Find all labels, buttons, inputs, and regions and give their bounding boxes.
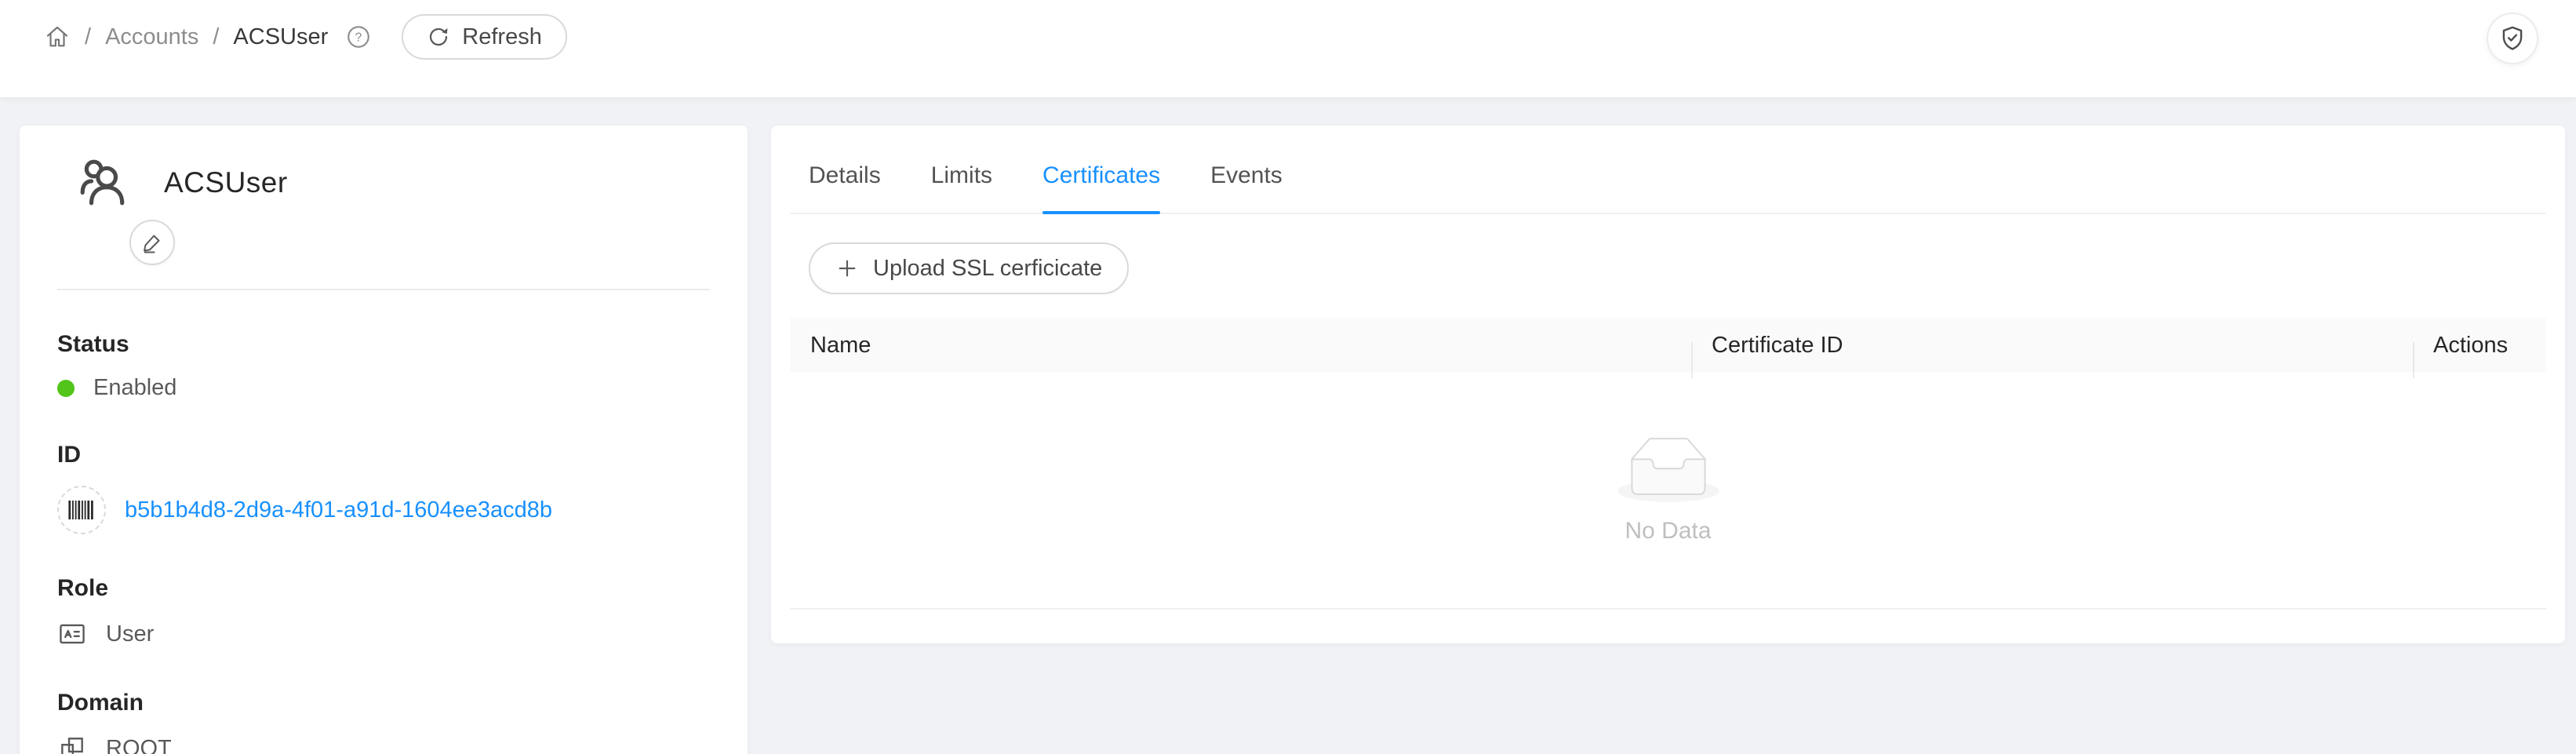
account-id-link[interactable]: b5b1b4d8-2d9a-4f01-a91d-1604ee3acd8b xyxy=(125,497,552,523)
field-id-label: ID xyxy=(57,442,710,468)
certificates-table-header: Name Certificate ID Actions xyxy=(790,318,2546,373)
tab-events[interactable]: Events xyxy=(1210,162,1283,213)
breadcrumb: / Accounts / ACSUser ? Refresh xyxy=(44,13,567,61)
account-title: ACSUser xyxy=(164,166,288,199)
tab-details[interactable]: Details xyxy=(809,162,881,213)
question-circle-icon[interactable]: ? xyxy=(345,24,372,50)
breadcrumb-current-page: ACSUser xyxy=(233,24,328,50)
block-icon xyxy=(57,734,87,754)
svg-text:?: ? xyxy=(355,31,362,44)
profile-card: ACSUser Status Enabled ID b5b1b4d8-2d9a-… xyxy=(20,126,748,754)
field-role-value: User xyxy=(106,621,154,647)
field-domain: Domain ROOT xyxy=(57,690,710,754)
breadcrumb-separator: / xyxy=(85,24,91,50)
field-role-label: Role xyxy=(57,575,710,602)
home-icon[interactable] xyxy=(44,24,71,50)
empty-box-icon xyxy=(1617,437,1719,502)
field-domain-value: ROOT xyxy=(106,736,172,754)
security-profile-button[interactable] xyxy=(2487,13,2538,64)
upload-ssl-certificate-button[interactable]: Upload SSL cerficicate xyxy=(809,242,1129,294)
profile-header: ACSUser xyxy=(57,157,710,209)
breadcrumb-separator: / xyxy=(213,24,219,50)
detail-tabs: Details Limits Certificates Events xyxy=(790,126,2546,214)
field-domain-label: Domain xyxy=(57,690,710,716)
certificates-table: Name Certificate ID Actions No Data xyxy=(790,318,2546,610)
field-status-label: Status xyxy=(57,331,710,358)
pencil-icon xyxy=(140,231,164,254)
team-icon xyxy=(78,157,129,209)
empty-state-text: No Data xyxy=(1625,518,1711,545)
refresh-button[interactable]: Refresh xyxy=(402,14,567,60)
field-role: Role User xyxy=(57,575,710,649)
top-bar: / Accounts / ACSUser ? Refresh xyxy=(0,0,2576,97)
tab-certificates[interactable]: Certificates xyxy=(1042,162,1160,213)
column-header-name: Name xyxy=(790,333,1691,359)
breadcrumb-accounts-link[interactable]: Accounts xyxy=(105,24,198,50)
shield-check-icon xyxy=(2498,24,2527,53)
upload-ssl-certificate-label: Upload SSL cerficicate xyxy=(873,256,1102,282)
page-content: ACSUser Status Enabled ID b5b1b4d8-2d9a-… xyxy=(0,97,2576,754)
field-status: Status Enabled xyxy=(57,331,710,401)
column-header-certificate-id: Certificate ID xyxy=(1691,333,2413,359)
empty-state: No Data xyxy=(790,373,2546,608)
field-status-value: Enabled xyxy=(93,375,176,401)
reload-icon xyxy=(427,25,450,49)
column-header-actions: Actions xyxy=(2413,333,2546,359)
idcard-icon xyxy=(57,619,87,649)
refresh-button-label: Refresh xyxy=(462,24,542,50)
edit-button[interactable] xyxy=(129,220,175,265)
plus-icon xyxy=(835,257,859,280)
barcode-icon xyxy=(57,486,106,534)
tab-limits[interactable]: Limits xyxy=(931,162,992,213)
profile-divider xyxy=(57,289,710,290)
detail-card: Details Limits Certificates Events Uploa… xyxy=(771,126,2565,643)
field-id: ID b5b1b4d8-2d9a-4f01-a91d-1604ee3acd8b xyxy=(57,442,710,534)
status-dot-icon xyxy=(57,380,75,397)
